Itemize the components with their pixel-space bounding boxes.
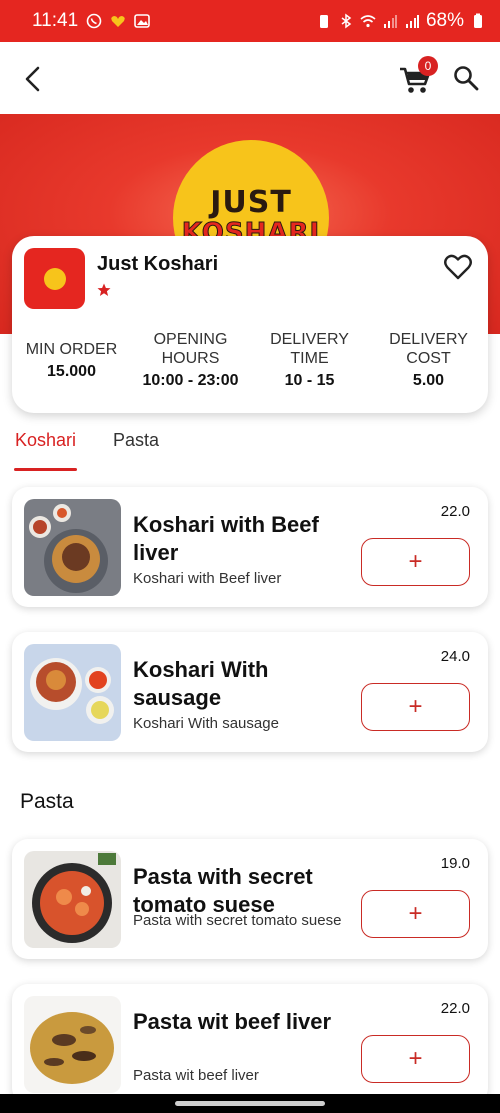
logo-line1: JUST — [210, 185, 292, 220]
signal-icon — [383, 15, 397, 28]
add-to-cart-button[interactable]: + — [361, 1035, 470, 1083]
favorite-heart-icon[interactable] — [444, 254, 472, 280]
battery-saver-icon — [319, 15, 328, 28]
item-title: Koshari with Beef liver — [133, 512, 319, 565]
status-time: 11:41 — [32, 10, 79, 31]
back-arrow-icon[interactable] — [18, 64, 48, 94]
system-navigation-bar — [0, 1094, 500, 1113]
home-gesture-pill[interactable] — [175, 1101, 325, 1106]
item-title: Koshari With sausage — [133, 657, 269, 710]
cart-count-badge: 0 — [418, 56, 438, 76]
status-bar: 11:41 68% — [0, 0, 500, 42]
item-price: 19.0 — [440, 855, 470, 872]
menu-item[interactable]: Koshari with Beef liver Koshari with Bee… — [12, 487, 488, 607]
tab-pasta[interactable]: Pasta — [113, 430, 159, 474]
category-tabs: Koshari Pasta — [0, 430, 500, 474]
menu-item[interactable]: Pasta with secret tomato suese Pasta wit… — [12, 839, 488, 959]
item-price: 24.0 — [440, 648, 470, 665]
battery-percent: 68% — [425, 10, 464, 31]
add-to-cart-button[interactable]: + — [361, 683, 470, 731]
wifi-icon — [360, 15, 376, 28]
whatsapp-icon — [86, 13, 102, 29]
restaurant-info-card: Just Koshari MIN ORDER 15.000 OPENING HO… — [12, 236, 488, 413]
menu-item[interactable]: Koshari With sausage Koshari With sausag… — [12, 632, 488, 752]
restaurant-thumbnail — [24, 248, 85, 309]
app-bar — [0, 42, 500, 114]
item-price: 22.0 — [440, 503, 470, 520]
item-description: Koshari With sausage — [133, 715, 279, 732]
stat-opening-hours: OPENING HOURS 10:00 - 23:00 — [142, 331, 239, 389]
food-image — [24, 851, 121, 948]
restaurant-stats: MIN ORDER 15.000 OPENING HOURS 10:00 - 2… — [12, 330, 488, 390]
item-price: 22.0 — [440, 1000, 470, 1017]
stat-delivery-cost: DELIVERY COST 5.00 — [389, 331, 468, 389]
gallery-icon — [134, 14, 150, 28]
food-image — [24, 996, 121, 1093]
bluetooth-icon — [341, 13, 352, 29]
restaurant-name: Just Koshari — [97, 253, 219, 275]
food-image — [24, 499, 121, 596]
star-icon — [97, 283, 111, 296]
stat-min-order: MIN ORDER 15.000 — [25, 341, 118, 380]
add-to-cart-button[interactable]: + — [361, 890, 470, 938]
heart-app-icon — [111, 16, 125, 27]
item-description: Pasta wit beef liver — [133, 1067, 259, 1084]
item-description: Koshari with Beef liver — [133, 570, 282, 587]
battery-icon — [474, 13, 482, 28]
food-image — [24, 644, 121, 741]
stat-delivery-time: DELIVERY TIME 10 - 15 — [270, 331, 349, 389]
add-to-cart-button[interactable]: + — [361, 538, 470, 586]
active-tab-indicator — [14, 468, 77, 471]
item-description: Pasta with secret tomato suese — [133, 912, 342, 929]
section-title-pasta: Pasta — [20, 790, 74, 813]
item-title: Pasta wit beef liver — [133, 1009, 332, 1034]
menu-item[interactable]: Pasta wit beef liver Pasta wit beef live… — [12, 984, 488, 1104]
search-icon[interactable] — [452, 64, 480, 92]
signal-2-icon — [405, 15, 419, 28]
